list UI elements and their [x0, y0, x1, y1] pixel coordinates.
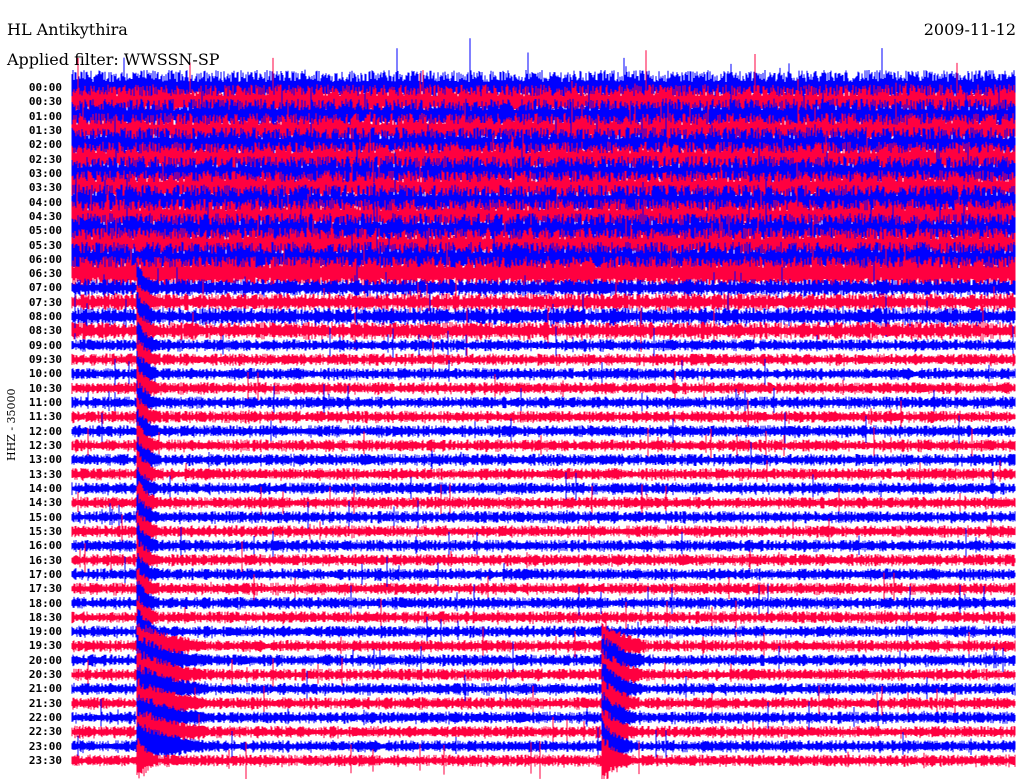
helicorder-plot	[71, 38, 1016, 779]
filter-label: Applied filter: WWSSN-SP	[7, 50, 220, 69]
trace-row-0930	[71, 334, 1016, 375]
